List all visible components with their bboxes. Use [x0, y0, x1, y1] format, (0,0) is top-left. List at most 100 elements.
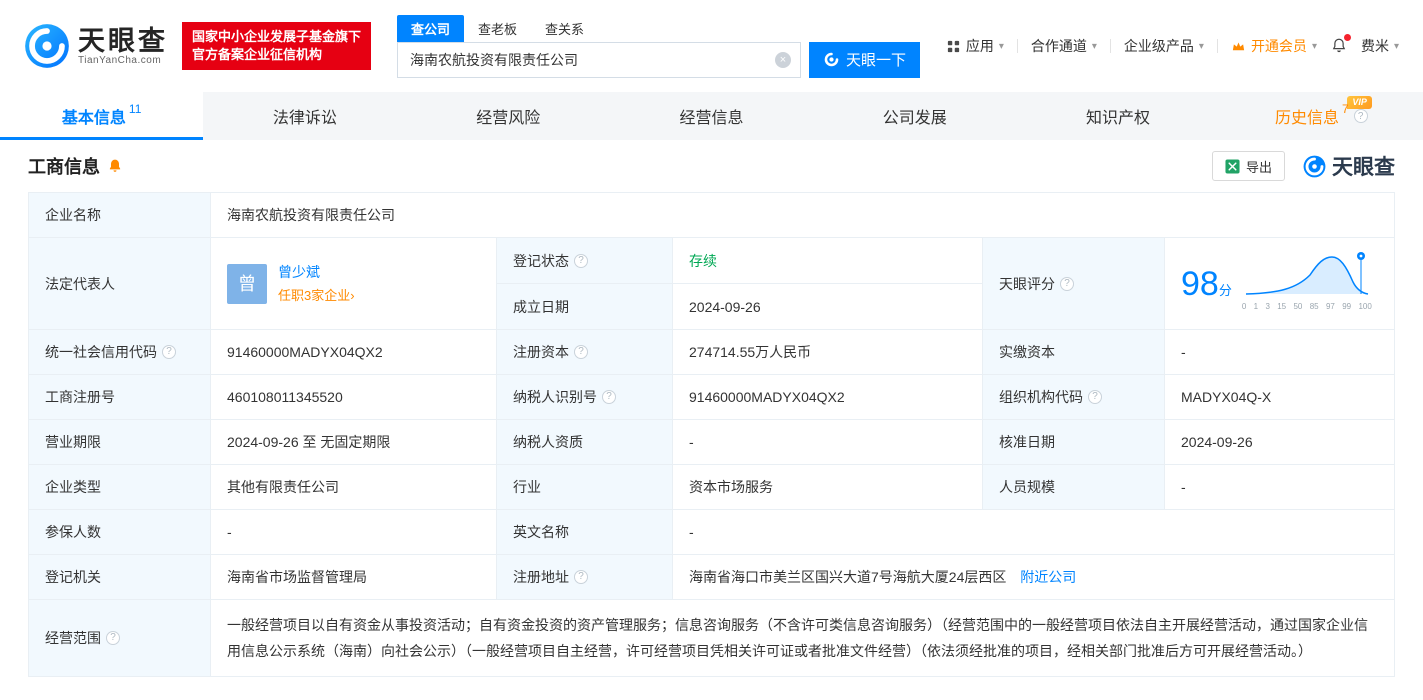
chevron-down-icon: ▾ [1311, 40, 1317, 52]
field-credit-code-label: 统一社会信用代码? [28, 329, 211, 375]
nav-divider [1216, 39, 1218, 53]
tianyancha-logo-icon [25, 24, 69, 68]
search-box: × [397, 41, 802, 78]
subscribe-bell-icon[interactable] [107, 158, 123, 174]
field-business-term-value: 2024-09-26 至 无固定期限 [210, 419, 497, 465]
field-taxpayer-quality-label: 纳税人资质 [496, 419, 673, 465]
logo-domain: TianYanCha.com [78, 54, 162, 66]
search-tab-company[interactable]: 查公司 [397, 14, 465, 42]
certification-line2: 官方备案企业征信机构 [192, 47, 323, 62]
field-reg-capital-value: 274714.55万人民币 [672, 329, 983, 375]
legal-rep-avatar[interactable]: 曾 [227, 263, 267, 304]
nav-vip-label: 开通会员 [1250, 38, 1307, 54]
help-icon[interactable]: ? [574, 345, 588, 359]
search-input[interactable] [398, 42, 801, 77]
help-icon[interactable]: ? [1060, 276, 1074, 291]
field-org-code-label: 组织机构代码? [982, 374, 1165, 420]
field-score-label: 天眼评分? [982, 237, 1165, 330]
table-row: 企业名称 海南农航投资有限责任公司 [28, 192, 1395, 238]
export-excel-icon [1225, 158, 1240, 174]
help-icon[interactable]: ? [574, 253, 588, 268]
top-nav: 应用 ▾ 合作通道 ▾ 企业级产品 ▾ 开通会员 ▾ 费米 ▾ [946, 34, 1399, 56]
help-icon[interactable]: ? [602, 390, 616, 404]
field-reg-status-value: 存续 [672, 237, 983, 284]
apps-grid-icon [947, 40, 959, 52]
reg-address-text: 海南省海口市美兰区国兴大道7号海航大厦24层西区 [689, 569, 1007, 585]
tab-business-info[interactable]: 经营信息 [610, 92, 813, 140]
nav-cooperation[interactable]: 合作通道 ▾ [1031, 36, 1097, 56]
field-score-value: 98分 0 1 3 15 50 85 97 99 100 [1164, 237, 1395, 330]
chevron-down-icon: ▾ [1091, 40, 1097, 52]
field-establish-date-label: 成立日期 [496, 283, 673, 330]
clear-search-icon[interactable]: × [775, 51, 792, 68]
tianyancha-watermark: 天眼查 [1303, 151, 1395, 181]
field-company-type-value: 其他有限责任公司 [210, 464, 497, 510]
nav-open-vip[interactable]: 开通会员 ▾ [1231, 36, 1317, 56]
tab-business-risk[interactable]: 经营风险 [407, 92, 610, 140]
page-title: 工商信息 [28, 157, 100, 177]
field-business-scope-value: 一般经营项目以自有资金从事投资活动；自有资金投资的资产管理服务；信息咨询服务（不… [210, 599, 1395, 677]
help-icon[interactable]: ? [1088, 390, 1102, 404]
chevron-down-icon: ▾ [1198, 40, 1204, 52]
nav-user-label: 费米 [1360, 38, 1389, 54]
field-english-name-value: - [672, 509, 1395, 555]
vip-badge: VIP [1347, 96, 1372, 109]
search-tab-boss[interactable]: 查老板 [464, 15, 531, 42]
field-industry-label: 行业 [496, 464, 673, 510]
field-approval-date-value: 2024-09-26 [1164, 419, 1395, 465]
legal-rep-positions-label: 任职3家企业 [278, 287, 351, 303]
table-row: 营业期限 2024-09-26 至 无固定期限 纳税人资质 - 核准日期 202… [28, 419, 1395, 465]
help-icon[interactable]: ? [162, 345, 176, 359]
field-legal-rep-label: 法定代表人 [28, 237, 211, 330]
tab-basic-info[interactable]: 基本信息 11 [0, 92, 204, 140]
tab-legal-proceedings[interactable]: 法律诉讼 [203, 92, 406, 140]
nav-divider [1109, 39, 1111, 53]
tab-history-info[interactable]: VIP 历史信息 7 ? [1220, 92, 1423, 140]
business-info-table: 企业名称 海南农航投资有限责任公司 法定代表人 曾 曾少斌 任职3家企业› 登记… [28, 192, 1395, 677]
nav-apps[interactable]: 应用 ▾ [946, 36, 1004, 56]
watermark-label: 天眼查 [1332, 156, 1395, 179]
certification-badge: 国家中小企业发展子基金旗下 官方备案企业征信机构 [182, 22, 372, 70]
top-header: 天眼查 TianYanCha.com 国家中小企业发展子基金旗下 官方备案企业征… [0, 0, 1423, 92]
field-business-scope-label: 经营范围? [28, 599, 211, 677]
field-insured-count-label: 参保人数 [28, 509, 211, 555]
field-company-name-value: 海南农航投资有限责任公司 [210, 192, 1395, 238]
tab-development-label: 公司发展 [882, 110, 947, 127]
score-number: 98 [1181, 264, 1219, 303]
field-industry-value: 资本市场服务 [672, 464, 983, 510]
legal-rep-name-link[interactable]: 曾少斌 [278, 262, 355, 282]
tab-intellectual-property[interactable]: 知识产权 [1016, 92, 1219, 140]
help-icon[interactable]: ? [106, 631, 120, 645]
field-reg-address-value: 海南省海口市美兰区国兴大道7号海航大厦24层西区 附近公司 [672, 554, 1395, 600]
nearby-companies-link[interactable]: 附近公司 [1020, 569, 1076, 585]
search-tabs: 查公司 查老板 查关系 [397, 14, 920, 42]
field-reg-capital-label: 注册资本? [496, 329, 673, 375]
field-taxpayer-id-value: 91460000MADYX04QX2 [672, 374, 983, 420]
search-tab-relation[interactable]: 查关系 [531, 15, 598, 42]
export-button-label: 导出 [1245, 159, 1272, 175]
tianyancha-logo[interactable]: 天眼查 TianYanCha.com [24, 23, 168, 69]
legal-rep-positions-link[interactable]: 任职3家企业› [278, 286, 355, 306]
field-approval-date-label: 核准日期 [982, 419, 1165, 465]
field-insured-count-value: - [210, 509, 497, 555]
nav-enterprise-products[interactable]: 企业级产品 ▾ [1124, 36, 1204, 56]
field-company-name-label: 企业名称 [28, 192, 211, 238]
score-curve-chart: 0 1 3 15 50 85 97 99 100 [1242, 250, 1372, 317]
score-axis-labels: 0 1 3 15 50 85 97 99 100 [1241, 302, 1372, 311]
help-icon[interactable]: ? [574, 570, 588, 584]
table-row: 统一社会信用代码? 91460000MADYX04QX2 注册资本? 27471… [28, 329, 1395, 375]
table-row: 经营范围? 一般经营项目以自有资金从事投资活动；自有资金投资的资产管理服务；信息… [28, 599, 1395, 677]
nav-user-account[interactable]: 费米 ▾ [1361, 36, 1399, 56]
field-org-code-value: MADYX04Q-X [1164, 374, 1395, 420]
tab-company-development[interactable]: 公司发展 [813, 92, 1016, 140]
certification-line1: 国家中小企业发展子基金旗下 [192, 29, 362, 44]
help-icon[interactable]: ? [1353, 109, 1368, 123]
tab-history-count: 7 [1341, 102, 1349, 116]
field-credit-code-value: 91460000MADYX04QX2 [210, 329, 497, 375]
score-number-group[interactable]: 98分 [1181, 265, 1232, 303]
export-button[interactable]: 导出 [1211, 151, 1285, 181]
notification-bell-icon[interactable] [1330, 34, 1351, 55]
chevron-down-icon: ▾ [998, 40, 1004, 52]
field-reg-status-label: 登记状态? [496, 237, 673, 284]
search-button[interactable]: 天眼一下 [809, 41, 921, 78]
